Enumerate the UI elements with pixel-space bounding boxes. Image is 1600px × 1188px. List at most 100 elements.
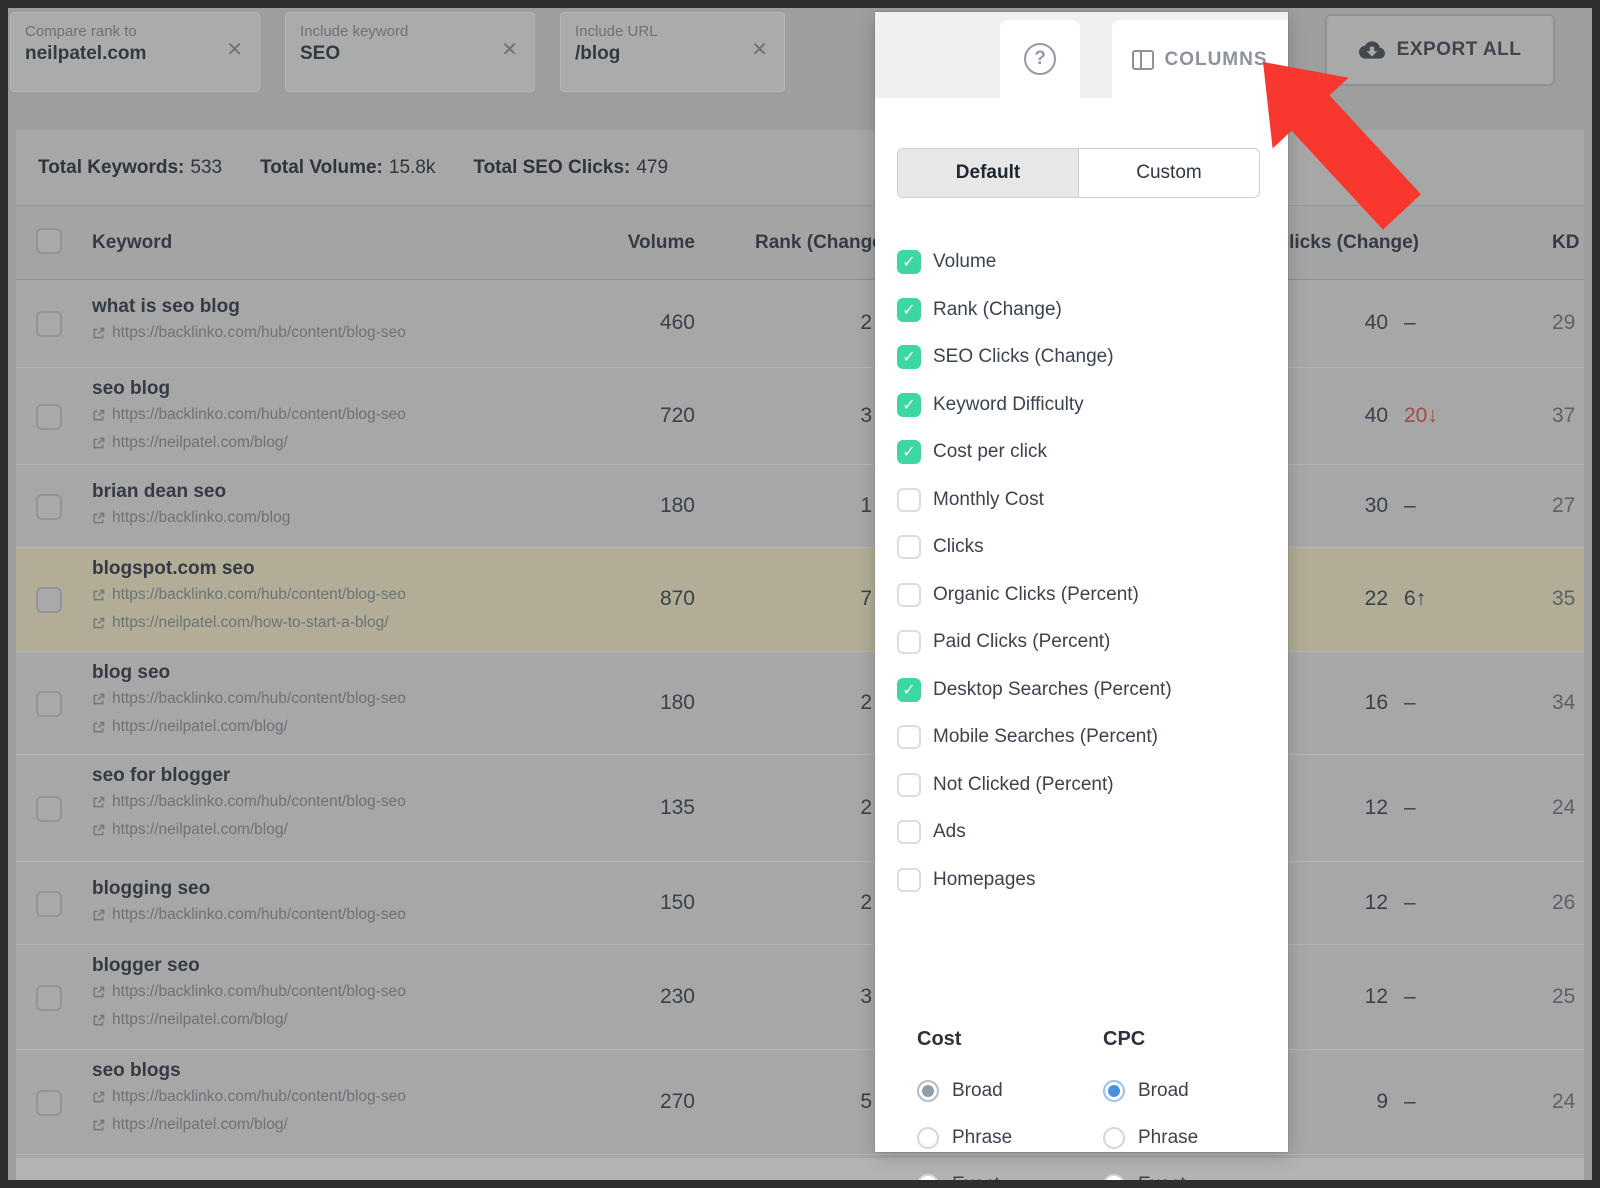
keyword-url-link[interactable]: https://neilpatel.com/blog/: [92, 1116, 288, 1134]
filter-chip[interactable]: Include URL/blog✕: [560, 12, 785, 92]
column-option[interactable]: Keyword Difficulty: [897, 388, 1084, 422]
keyword-url-link[interactable]: https://neilpatel.com/how-to-start-a-blo…: [92, 614, 389, 632]
keyword-text[interactable]: what is seo blog: [92, 296, 240, 318]
filter-chip[interactable]: Include keywordSEO✕: [285, 12, 535, 92]
seo-clicks-cell: 12: [1288, 985, 1388, 1009]
keyword-url-link[interactable]: https://backlinko.com/hub/content/blog-s…: [92, 983, 406, 1001]
keyword-url-link[interactable]: https://neilpatel.com/blog/: [92, 718, 288, 736]
row-checkbox[interactable]: [36, 311, 62, 337]
keyword-text[interactable]: blog seo: [92, 662, 170, 684]
keyword-text[interactable]: blogspot.com seo: [92, 558, 255, 580]
keyword-url-link[interactable]: https://backlinko.com/hub/content/blog-s…: [92, 324, 406, 342]
keyword-text[interactable]: seo for blogger: [92, 765, 230, 787]
url-text: https://neilpatel.com/blog/: [112, 1011, 288, 1029]
external-link-icon: [92, 909, 105, 922]
keyword-text[interactable]: brian dean seo: [92, 481, 226, 503]
url-text: https://backlinko.com/hub/content/blog-s…: [112, 983, 406, 1001]
seo-clicks-change: 20↓: [1404, 404, 1438, 428]
remove-filter-icon[interactable]: ✕: [226, 37, 243, 62]
row-checkbox[interactable]: [36, 691, 62, 717]
radio-option[interactable]: Phrase: [1103, 1125, 1198, 1151]
remove-filter-icon[interactable]: ✕: [501, 37, 518, 62]
column-option-label: Keyword Difficulty: [933, 394, 1084, 416]
mode-default[interactable]: Default: [898, 149, 1079, 197]
totals-bar: Total Keywords:533Total Volume:15.8kTota…: [16, 130, 1584, 206]
seo-clicks-change: –: [1404, 691, 1416, 715]
keyword-url-link[interactable]: https://backlinko.com/hub/content/blog-s…: [92, 586, 406, 604]
radio-option[interactable]: Broad: [917, 1078, 1003, 1104]
row-checkbox[interactable]: [36, 985, 62, 1011]
radio-unselected-icon: [1103, 1174, 1125, 1180]
radio-option-label: Phrase: [952, 1127, 1012, 1149]
column-option[interactable]: Not Clicked (Percent): [897, 768, 1114, 802]
radio-option[interactable]: Broad: [1103, 1078, 1189, 1104]
keyword-text[interactable]: seo blog: [92, 378, 170, 400]
column-option[interactable]: Paid Clicks (Percent): [897, 625, 1110, 659]
table-row: blogger seo https://backlinko.com/hub/con…: [16, 945, 1584, 1050]
mode-custom[interactable]: Custom: [1079, 149, 1259, 197]
column-option[interactable]: Homepages: [897, 863, 1035, 897]
column-option[interactable]: Cost per click: [897, 435, 1047, 469]
total-stat-label: Total SEO Clicks:: [473, 157, 630, 178]
radio-option-label: Broad: [1138, 1080, 1189, 1102]
checkbox-unchecked-icon: [897, 583, 921, 607]
col-header-rank[interactable]: Rank (Change): [755, 232, 889, 254]
export-all-button[interactable]: EXPORT ALL: [1325, 14, 1555, 86]
column-option-label: Volume: [933, 251, 996, 273]
column-option[interactable]: Rank (Change): [897, 293, 1062, 327]
col-header-keyword[interactable]: Keyword: [92, 232, 172, 254]
remove-filter-icon[interactable]: ✕: [751, 37, 768, 62]
keyword-url-link[interactable]: https://neilpatel.com/blog/: [92, 821, 288, 839]
keyword-text[interactable]: seo blogs: [92, 1060, 181, 1082]
keyword-url-link[interactable]: https://backlinko.com/hub/content/blog-s…: [92, 793, 406, 811]
volume-cell: 135: [595, 796, 695, 820]
tab-columns[interactable]: COLUMNS: [1112, 20, 1288, 100]
keyword-url-link[interactable]: https://neilpatel.com/blog/: [92, 434, 288, 452]
keyword-text[interactable]: blogging seo: [92, 878, 210, 900]
kd-cell: 24: [1552, 1090, 1575, 1114]
row-checkbox[interactable]: [36, 404, 62, 430]
checkbox-checked-icon: [897, 440, 921, 464]
column-option-label: Clicks: [933, 536, 984, 558]
keywords-card: Total Keywords:533Total Volume:15.8kTota…: [16, 130, 1584, 1158]
column-option[interactable]: Mobile Searches (Percent): [897, 720, 1158, 754]
checkbox-unchecked-icon: [897, 773, 921, 797]
tab-help[interactable]: ?: [1000, 20, 1080, 98]
radio-selected-icon: [917, 1080, 939, 1102]
column-option-label: Homepages: [933, 869, 1035, 891]
radio-option-label: Phrase: [1138, 1127, 1198, 1149]
col-header-volume[interactable]: Volume: [595, 232, 695, 254]
row-checkbox[interactable]: [36, 1090, 62, 1116]
radio-option[interactable]: Exact: [1103, 1172, 1186, 1180]
kd-cell: 27: [1552, 494, 1575, 518]
row-checkbox[interactable]: [36, 796, 62, 822]
row-checkbox[interactable]: [36, 587, 62, 613]
keyword-url-link[interactable]: https://backlinko.com/blog: [92, 509, 290, 527]
select-all-checkbox[interactable]: [36, 228, 62, 254]
column-option[interactable]: Clicks: [897, 530, 984, 564]
col-header-kd[interactable]: KD: [1552, 232, 1579, 254]
column-option[interactable]: SEO Clicks (Change): [897, 340, 1114, 374]
row-checkbox[interactable]: [36, 494, 62, 520]
checkbox-unchecked-icon: [897, 820, 921, 844]
column-option-label: Ads: [933, 821, 966, 843]
seo-clicks-cell: 16: [1288, 691, 1388, 715]
column-option[interactable]: Volume: [897, 245, 996, 279]
filter-chip[interactable]: Compare rank toneilpatel.com✕: [10, 12, 260, 92]
column-option[interactable]: Ads: [897, 815, 966, 849]
column-option[interactable]: Desktop Searches (Percent): [897, 673, 1172, 707]
column-option-label: Mobile Searches (Percent): [933, 726, 1158, 748]
row-checkbox[interactable]: [36, 891, 62, 917]
keyword-url-link[interactable]: https://backlinko.com/hub/content/blog-s…: [92, 690, 406, 708]
keyword-text[interactable]: blogger seo: [92, 955, 200, 977]
seo-clicks-change: 6↑: [1404, 587, 1426, 611]
filter-chip-value: neilpatel.com: [25, 41, 245, 67]
column-option[interactable]: Monthly Cost: [897, 483, 1044, 517]
keyword-url-link[interactable]: https://backlinko.com/hub/content/blog-s…: [92, 906, 406, 924]
keyword-url-link[interactable]: https://neilpatel.com/blog/: [92, 1011, 288, 1029]
column-option[interactable]: Organic Clicks (Percent): [897, 578, 1139, 612]
radio-option[interactable]: Phrase: [917, 1125, 1012, 1151]
keyword-url-link[interactable]: https://backlinko.com/hub/content/blog-s…: [92, 1088, 406, 1106]
keyword-url-link[interactable]: https://backlinko.com/hub/content/blog-s…: [92, 406, 406, 424]
radio-option[interactable]: Exact: [917, 1172, 1000, 1180]
